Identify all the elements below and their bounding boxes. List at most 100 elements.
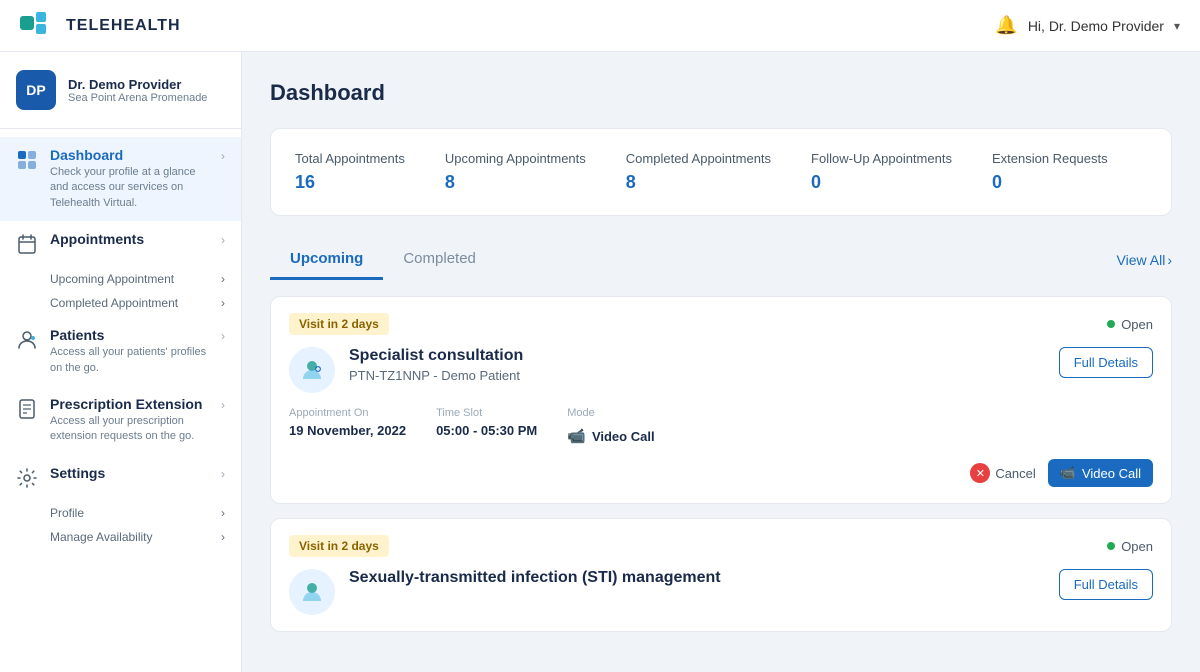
patients-icon bbox=[16, 329, 38, 351]
appointment-card-0: Visit in 2 days Open bbox=[270, 296, 1172, 504]
stat-extension-requests: Extension Requests 0 bbox=[992, 151, 1108, 193]
header-user-label[interactable]: Hi, Dr. Demo Provider bbox=[1028, 18, 1164, 34]
settings-nav-content: Settings bbox=[50, 465, 209, 481]
stat-value: 0 bbox=[811, 172, 952, 193]
appointment-info: Specialist consultation PTN-TZ1NNP - Dem… bbox=[349, 347, 523, 383]
main-nav: Dashboard Check your profile at a glance… bbox=[0, 129, 241, 559]
stat-label: Total Appointments bbox=[295, 151, 405, 166]
appointments-sub-nav: Upcoming Appointment › Completed Appoint… bbox=[0, 265, 241, 317]
stat-followup-appointments: Follow-Up Appointments 0 bbox=[811, 151, 952, 193]
stat-total-appointments: Total Appointments 16 bbox=[295, 151, 405, 193]
tab-completed[interactable]: Completed bbox=[383, 240, 496, 280]
provider-info: Dr. Demo Provider Sea Point Arena Promen… bbox=[68, 77, 207, 104]
stat-label: Completed Appointments bbox=[626, 151, 771, 166]
appointment-on-label: Appointment On bbox=[289, 407, 406, 419]
stat-label: Upcoming Appointments bbox=[445, 151, 586, 166]
time-slot-col: Time Slot 05:00 - 05:30 PM bbox=[436, 407, 537, 445]
full-details-button[interactable]: Full Details bbox=[1059, 347, 1153, 378]
appointment-icon bbox=[289, 347, 335, 393]
visit-badge: Visit in 2 days bbox=[289, 313, 389, 335]
settings-icon bbox=[16, 467, 38, 489]
card-main-row: Specialist consultation PTN-TZ1NNP - Dem… bbox=[289, 347, 1153, 393]
card-actions-row: ✕ Cancel 📹 Video Call bbox=[289, 459, 1153, 487]
stat-label: Extension Requests bbox=[992, 151, 1108, 166]
sidebar-item-settings[interactable]: Settings › bbox=[0, 455, 241, 499]
visit-badge: Visit in 2 days bbox=[289, 535, 389, 557]
notification-icon[interactable]: 🔔 bbox=[995, 15, 1017, 36]
appointment-on-col: Appointment On 19 November, 2022 bbox=[289, 407, 406, 445]
sidebar-item-label-prescription: Prescription Extension bbox=[50, 396, 209, 412]
mode-label: Mode bbox=[567, 407, 654, 419]
appointment-on-value: 19 November, 2022 bbox=[289, 423, 406, 438]
avatar: DP bbox=[16, 70, 56, 110]
sidebar-item-completed-appointment[interactable]: Completed Appointment › bbox=[0, 291, 241, 315]
sidebar-item-dashboard[interactable]: Dashboard Check your profile at a glance… bbox=[0, 137, 241, 221]
stats-row: Total Appointments 16 Upcoming Appointme… bbox=[270, 128, 1172, 216]
stat-label: Follow-Up Appointments bbox=[811, 151, 952, 166]
prescription-icon bbox=[16, 398, 38, 420]
page-title: Dashboard bbox=[270, 80, 1172, 106]
stat-value: 8 bbox=[445, 172, 586, 193]
chevron-right-icon: › bbox=[1167, 252, 1172, 268]
status-dot bbox=[1107, 542, 1115, 550]
status-indicator: Open bbox=[1107, 317, 1153, 332]
card-details-row: Appointment On 19 November, 2022 Time Sl… bbox=[289, 407, 1153, 445]
settings-sub-nav: Profile › Manage Availability › bbox=[0, 499, 241, 551]
chevron-right-icon: › bbox=[221, 530, 225, 544]
main-layout: DP Dr. Demo Provider Sea Point Arena Pro… bbox=[0, 52, 1200, 672]
sidebar-item-profile[interactable]: Profile › bbox=[0, 501, 241, 525]
cancel-icon: ✕ bbox=[970, 463, 990, 483]
chevron-right-icon: › bbox=[221, 272, 225, 286]
chevron-right-icon: › bbox=[221, 398, 225, 412]
chevron-right-icon: › bbox=[221, 506, 225, 520]
appointments-icon bbox=[16, 233, 38, 255]
tabs-bar: Upcoming Completed View All › bbox=[270, 240, 1172, 280]
dashboard-icon bbox=[16, 149, 38, 171]
video-call-icon: 📹 bbox=[1060, 465, 1076, 481]
stat-value: 8 bbox=[626, 172, 771, 193]
sidebar-item-desc-prescription: Access all your prescription extension r… bbox=[50, 414, 209, 445]
sidebar-item-label-settings: Settings bbox=[50, 465, 209, 481]
appointment-info: Sexually-transmitted infection (STI) man… bbox=[349, 569, 721, 587]
sidebar-item-label-appointments: Appointments bbox=[50, 231, 209, 247]
sidebar-item-desc-dashboard: Check your profile at a glance and acces… bbox=[50, 165, 209, 211]
mode-col: Mode 📹 Video Call bbox=[567, 407, 654, 445]
chevron-down-icon[interactable]: ▾ bbox=[1174, 19, 1180, 33]
tab-upcoming[interactable]: Upcoming bbox=[270, 240, 383, 280]
card-left: Specialist consultation PTN-TZ1NNP - Dem… bbox=[289, 347, 523, 393]
stat-upcoming-appointments: Upcoming Appointments 8 bbox=[445, 151, 586, 193]
appointment-icon bbox=[289, 569, 335, 615]
appointments-nav-content: Appointments bbox=[50, 231, 209, 247]
view-all-link[interactable]: View All › bbox=[1117, 252, 1172, 268]
provider-card: DP Dr. Demo Provider Sea Point Arena Pro… bbox=[0, 52, 241, 129]
sidebar-item-appointments[interactable]: Appointments › bbox=[0, 221, 241, 265]
sidebar-item-manage-availability[interactable]: Manage Availability › bbox=[0, 525, 241, 549]
sidebar-item-label-patients: Patients bbox=[50, 327, 209, 343]
stat-value: 16 bbox=[295, 172, 405, 193]
chevron-right-icon: › bbox=[221, 467, 225, 481]
sidebar-item-desc-patients: Access all your patients' profiles on th… bbox=[50, 345, 209, 376]
cancel-button[interactable]: ✕ Cancel bbox=[970, 463, 1035, 483]
status-text: Open bbox=[1121, 539, 1153, 554]
appointment-patient: PTN-TZ1NNP - Demo Patient bbox=[349, 368, 523, 383]
full-details-button[interactable]: Full Details bbox=[1059, 569, 1153, 600]
card-main-row: Sexually-transmitted infection (STI) man… bbox=[289, 569, 1153, 615]
prescription-nav-content: Prescription Extension Access all your p… bbox=[50, 396, 209, 445]
video-call-button[interactable]: 📹 Video Call bbox=[1048, 459, 1153, 487]
appointment-title: Specialist consultation bbox=[349, 347, 523, 365]
stat-value: 0 bbox=[992, 172, 1108, 193]
time-slot-label: Time Slot bbox=[436, 407, 537, 419]
dashboard-nav-content: Dashboard Check your profile at a glance… bbox=[50, 147, 209, 211]
provider-location: Sea Point Arena Promenade bbox=[68, 92, 207, 104]
card-top-row: Visit in 2 days Open bbox=[289, 313, 1153, 335]
app-header: TELEHEALTH 🔔 Hi, Dr. Demo Provider ▾ bbox=[0, 0, 1200, 52]
sidebar-item-patients[interactable]: Patients Access all your patients' profi… bbox=[0, 317, 241, 386]
video-icon: 📹 bbox=[567, 427, 586, 445]
sidebar-item-label-dashboard: Dashboard bbox=[50, 147, 209, 163]
main-content: Dashboard Total Appointments 16 Upcoming… bbox=[242, 52, 1200, 672]
sidebar-item-upcoming-appointment[interactable]: Upcoming Appointment › bbox=[0, 267, 241, 291]
appointment-card-1: Visit in 2 days Open Sexually-transmi bbox=[270, 518, 1172, 632]
chevron-right-icon: › bbox=[221, 296, 225, 310]
card-top-row: Visit in 2 days Open bbox=[289, 535, 1153, 557]
sidebar-item-prescription-extension[interactable]: Prescription Extension Access all your p… bbox=[0, 386, 241, 455]
